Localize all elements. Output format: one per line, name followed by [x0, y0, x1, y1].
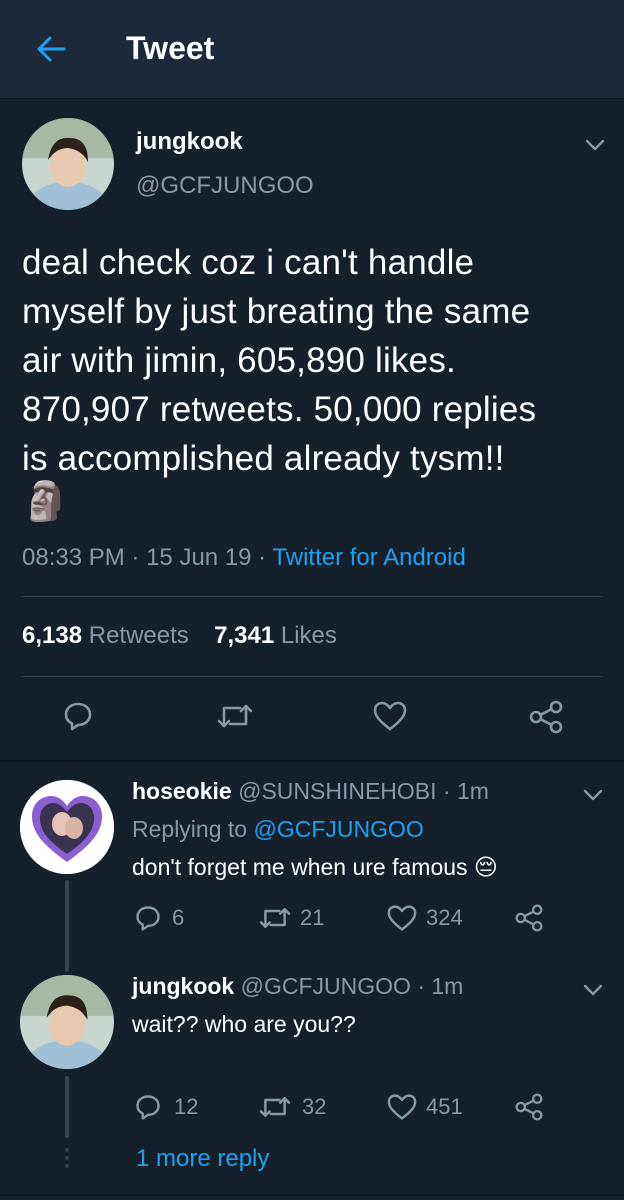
retweet-count: 21 [300, 905, 325, 930]
section-divider [0, 760, 624, 762]
retweet-icon[interactable] [258, 1093, 292, 1121]
retweet-count: 32 [302, 1094, 327, 1119]
tweet-meta: 08:33 PM · 15 Jun 19 · Twitter for Andro… [22, 544, 466, 572]
reply-handle[interactable]: @GCFJUNGOO [241, 973, 411, 999]
likes-count: 7,341 [214, 622, 275, 649]
like-icon[interactable] [386, 904, 418, 932]
more-replies-link[interactable]: 1 more reply [136, 1145, 269, 1173]
meta-separator: · [258, 544, 267, 571]
tweet-text-line: 870,907 retweets. 50,000 replies [22, 390, 537, 429]
likes-label: Likes [280, 622, 337, 649]
reply-handle[interactable]: @SUNSHINEHOBI [238, 778, 436, 804]
divider [22, 676, 602, 677]
reply-display-name[interactable]: jungkook [132, 973, 234, 999]
like-icon[interactable] [372, 700, 408, 732]
replying-to-label: Replying to [132, 816, 248, 842]
reply-header: jungkook @GCFJUNGOO · 1m [132, 973, 463, 1000]
reply-count: 12 [174, 1094, 199, 1119]
reply-age: · 1m [417, 973, 464, 999]
replying-to-handle[interactable]: @GCFJUNGOO [253, 816, 423, 842]
thread-dot [65, 1148, 69, 1152]
share-icon[interactable] [514, 904, 544, 932]
thread-dot [65, 1156, 69, 1160]
author-avatar[interactable] [22, 118, 114, 210]
like-icon[interactable] [386, 1093, 418, 1121]
page-title: Tweet [126, 30, 215, 66]
reply-text: don't forget me when ure famous 😔 [132, 854, 498, 881]
bottom-divider [0, 1194, 624, 1196]
tweet-text-line: air with jimin, 605,890 likes. [22, 341, 456, 380]
tweet-stats: 6,138 Retweets 7,341 Likes [22, 622, 337, 650]
meta-separator: · [131, 544, 140, 571]
likes-stat[interactable]: 7,341 Likes [214, 622, 337, 649]
share-icon[interactable] [528, 700, 564, 734]
reply-count: 6 [172, 905, 185, 930]
tweet-time: 08:33 PM [22, 544, 125, 571]
reply-avatar[interactable] [20, 780, 114, 874]
retweets-count: 6,138 [22, 622, 83, 649]
thread-line [65, 880, 69, 972]
retweet-icon[interactable] [216, 700, 254, 732]
reply-avatar[interactable] [20, 975, 114, 1069]
reply-icon[interactable] [134, 904, 162, 932]
tweet-date: 15 Jun 19 [146, 544, 252, 571]
share-icon[interactable] [514, 1093, 544, 1121]
chevron-down-icon[interactable] [584, 138, 606, 152]
tweet-text-line: myself by just breating the same [22, 292, 531, 331]
author-display-name[interactable]: jungkook [136, 128, 243, 156]
chevron-down-icon[interactable] [582, 788, 604, 802]
tweet-source-link[interactable]: Twitter for Android [272, 544, 465, 571]
reply-display-name[interactable]: hoseokie [132, 778, 232, 804]
reply-icon[interactable] [62, 700, 94, 732]
reply-header: hoseokie @SUNSHINEHOBI · 1m [132, 778, 489, 805]
tweet-text-line: deal check coz i can't handle [22, 243, 475, 282]
divider [22, 596, 602, 597]
back-arrow-icon[interactable] [34, 32, 68, 66]
thread-dot [65, 1164, 69, 1168]
tweet-text-line: is accomplished already tysm!! [22, 439, 505, 478]
pensive-emoji: 😔 [473, 854, 498, 880]
replying-to-line: Replying to @GCFJUNGOO [132, 816, 424, 843]
tweet-text: deal check coz i can't handle myself by … [22, 238, 602, 483]
reply-text: wait?? who are you?? [132, 1011, 356, 1037]
retweet-icon[interactable] [258, 904, 292, 932]
chevron-down-icon[interactable] [582, 983, 604, 997]
author-handle[interactable]: @GCFJUNGOO [136, 172, 314, 200]
like-count: 324 [426, 905, 463, 930]
reply-icon[interactable] [134, 1093, 162, 1121]
thread-line [65, 1076, 69, 1138]
reply-age: · 1m [442, 778, 489, 804]
retweets-label: Retweets [88, 622, 189, 649]
top-bar: Tweet [0, 0, 624, 99]
like-count: 451 [426, 1094, 463, 1119]
reply-text-body: don't forget me when ure famous [132, 854, 468, 880]
moai-emoji: 🗿 [22, 481, 70, 523]
retweets-stat[interactable]: 6,138 Retweets [22, 622, 195, 649]
